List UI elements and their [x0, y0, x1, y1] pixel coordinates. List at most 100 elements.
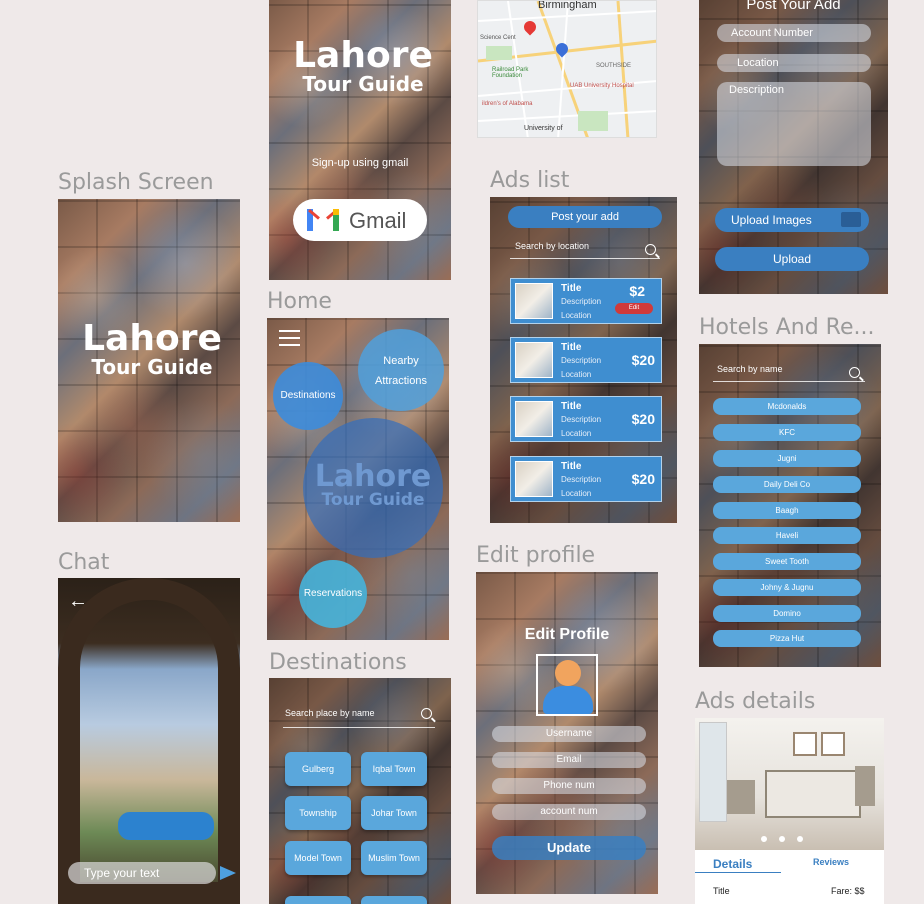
description-field[interactable]: Description: [717, 82, 871, 166]
label-destinations: Destinations: [269, 650, 407, 675]
chat-screen: ← Type your text: [58, 578, 240, 904]
ad-description: Description: [561, 415, 602, 424]
username-field[interactable]: Username: [492, 726, 646, 742]
phone-field[interactable]: Phone num: [492, 778, 646, 794]
carousel-dot[interactable]: [797, 836, 803, 842]
hotel-item[interactable]: KFC: [713, 424, 861, 441]
map-label: UAB University Hospital: [570, 83, 634, 89]
hotel-item[interactable]: Jugni: [713, 450, 861, 467]
email-field[interactable]: Email: [492, 752, 646, 768]
arch-frame: [58, 578, 240, 904]
carousel-dot[interactable]: [761, 836, 767, 842]
place-button[interactable]: Iqbal Town: [361, 752, 427, 786]
label-home: Home: [267, 289, 332, 314]
label-splash: Splash Screen: [58, 170, 214, 195]
send-icon[interactable]: [220, 866, 236, 880]
signup-text: Sign-up using gmail: [311, 157, 409, 169]
map-label: SOUTHSIDE: [596, 63, 632, 69]
hotel-item[interactable]: Mcdonalds: [713, 398, 861, 415]
gmail-label: Gmail: [349, 208, 407, 233]
gmail-button[interactable]: Gmail: [293, 199, 427, 241]
search-location-input[interactable]: Search by location: [510, 241, 660, 259]
account-number-field[interactable]: Account Number: [717, 24, 871, 42]
ad-thumbnail: [515, 283, 553, 319]
hotel-item[interactable]: Baagh: [713, 502, 861, 519]
search-place-input[interactable]: Search place by name: [283, 708, 435, 728]
ad-location: Location: [561, 429, 592, 438]
upload-images-button[interactable]: Upload Images: [715, 208, 869, 232]
ad-detail-title: Title: [713, 886, 730, 896]
upload-button[interactable]: Upload: [715, 247, 869, 271]
place-button[interactable]: Gulberg: [285, 752, 351, 786]
search-name-input[interactable]: Search by name: [713, 364, 865, 382]
location-field[interactable]: Location: [717, 54, 871, 72]
avatar-body: [543, 686, 593, 714]
ad-title: Title: [561, 461, 582, 472]
post-ad-screen: Post Your Add Account Number Location De…: [699, 0, 888, 294]
ad-location: Location: [561, 311, 592, 320]
signup-screen: Lahore Tour Guide Sign-up using gmail Gm…: [269, 0, 451, 280]
place-button[interactable]: [285, 896, 351, 904]
hotel-item[interactable]: Haveli: [713, 527, 861, 544]
app-logo: Lahore Tour Guide: [293, 35, 433, 96]
edit-button[interactable]: Edit: [615, 303, 653, 314]
nearby-attractions-button[interactable]: Nearby Attractions: [358, 329, 444, 411]
place-button[interactable]: Muslim Town: [361, 841, 427, 875]
ad-card[interactable]: Title Description Location $20: [510, 456, 662, 502]
hotel-item[interactable]: Daily Deli Co: [713, 476, 861, 493]
back-arrow-icon[interactable]: ←: [68, 590, 88, 613]
hotel-item[interactable]: Domino: [713, 605, 861, 622]
map-label: University of: [524, 125, 563, 132]
ad-price: $20: [631, 352, 655, 368]
ad-card[interactable]: Title Description Location $2 Edit: [510, 278, 662, 324]
folder-icon: [841, 212, 861, 227]
update-button[interactable]: Update: [492, 836, 646, 860]
place-button[interactable]: Johar Town: [361, 796, 427, 830]
avatar-frame[interactable]: [536, 654, 598, 716]
ad-title: Title: [561, 401, 582, 412]
map-screen[interactable]: Birmingham Science Cent Railroad Park Fo…: [477, 0, 657, 138]
map-city-label: Birmingham: [538, 0, 597, 11]
ad-location: Location: [561, 489, 592, 498]
menu-icon[interactable]: [279, 330, 300, 346]
place-button[interactable]: Township: [285, 796, 351, 830]
label-hotels: Hotels And Re...: [699, 315, 875, 340]
ad-location: Location: [561, 370, 592, 379]
account-field[interactable]: account num: [492, 804, 646, 820]
hotel-item[interactable]: Sweet Tooth: [713, 553, 861, 570]
message-input[interactable]: Type your text: [68, 862, 216, 884]
search-icon[interactable]: [421, 708, 432, 719]
post-ad-title: Post Your Add: [746, 0, 841, 13]
map-label: ildren's of Alabama: [482, 101, 533, 107]
place-button[interactable]: Model Town: [285, 841, 351, 875]
edit-profile-screen: Edit Profile Username Email Phone num ac…: [476, 572, 658, 894]
ad-price: $20: [631, 411, 655, 427]
search-icon[interactable]: [849, 367, 860, 378]
label-ads-list: Ads list: [490, 168, 570, 193]
ad-card[interactable]: Title Description Location $20: [510, 396, 662, 442]
search-icon[interactable]: [645, 244, 656, 255]
ad-thumbnail: [515, 461, 553, 497]
splash-screen: Lahore Tour Guide: [58, 199, 240, 522]
ads-list-screen: Post your add Search by location Title D…: [490, 197, 677, 523]
ads-details-screen: Details Reviews Title Fare: $$: [695, 718, 884, 904]
ad-description: Description: [561, 297, 602, 306]
ad-photo: [695, 718, 884, 850]
tab-reviews[interactable]: Reviews: [813, 857, 849, 867]
post-ad-button[interactable]: Post your add: [508, 206, 662, 228]
carousel-dot[interactable]: [779, 836, 785, 842]
logo-circle: [303, 418, 443, 558]
place-button[interactable]: [361, 896, 427, 904]
destinations-button[interactable]: Destinations: [273, 362, 343, 430]
ad-thumbnail: [515, 342, 553, 378]
ad-card[interactable]: Title Description Location $20: [510, 337, 662, 383]
ad-detail-fare: Fare: $$: [831, 886, 865, 896]
ad-description: Description: [561, 356, 602, 365]
hotel-item[interactable]: Johny & Jugnu: [713, 579, 861, 596]
reservations-button[interactable]: Reservations: [299, 560, 367, 628]
upload-images-label: Upload Images: [731, 213, 812, 227]
gmail-icon: [307, 209, 339, 231]
tab-details[interactable]: Details: [713, 857, 752, 871]
hotel-item[interactable]: Pizza Hut: [713, 630, 861, 647]
hotels-screen: Search by name Mcdonalds KFC Jugni Daily…: [699, 344, 881, 667]
